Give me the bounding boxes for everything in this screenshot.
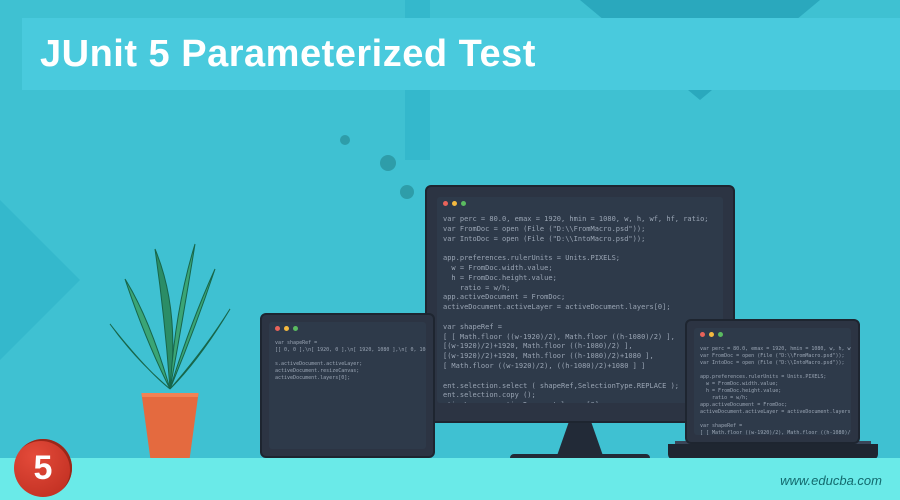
code-snippet: var perc = 80.0, emax = 1920, hmin = 108… xyxy=(700,346,845,435)
logo-number: 5 xyxy=(34,449,53,488)
plant-leaves-icon xyxy=(105,239,235,399)
plant-illustration xyxy=(105,239,235,463)
code-snippet: var perc = 80.0, emax = 1920, hmin = 108… xyxy=(443,215,717,403)
laptop-device: var perc = 80.0, emax = 1920, hmin = 108… xyxy=(685,319,860,444)
window-controls-icon xyxy=(700,332,723,337)
header-bar: JUnit 5 Parameterized Test xyxy=(22,18,900,90)
junit5-logo-icon: 5 xyxy=(14,439,72,497)
illustration-scene: var perc = 80.0, emax = 1920, hmin = 108… xyxy=(0,88,900,458)
desktop-screen: var perc = 80.0, emax = 1920, hmin = 108… xyxy=(437,197,723,403)
window-controls-icon xyxy=(443,201,466,206)
plant-pot-icon xyxy=(136,393,204,463)
tablet-device: var shapeRef = [[ 0, 0 ],\n[ 1920, 0 ],\… xyxy=(260,313,435,458)
laptop-screen: var perc = 80.0, emax = 1920, hmin = 108… xyxy=(694,328,851,435)
window-controls-icon xyxy=(275,326,298,331)
watermark-text: www.educba.com xyxy=(780,473,882,488)
ground-bar xyxy=(0,458,900,500)
code-snippet: var shapeRef = [[ 0, 0 ],\n[ 1920, 0 ],\… xyxy=(275,340,420,382)
tablet-screen: var shapeRef = [[ 0, 0 ],\n[ 1920, 0 ],\… xyxy=(269,322,426,449)
page-title: JUnit 5 Parameterized Test xyxy=(40,33,536,76)
